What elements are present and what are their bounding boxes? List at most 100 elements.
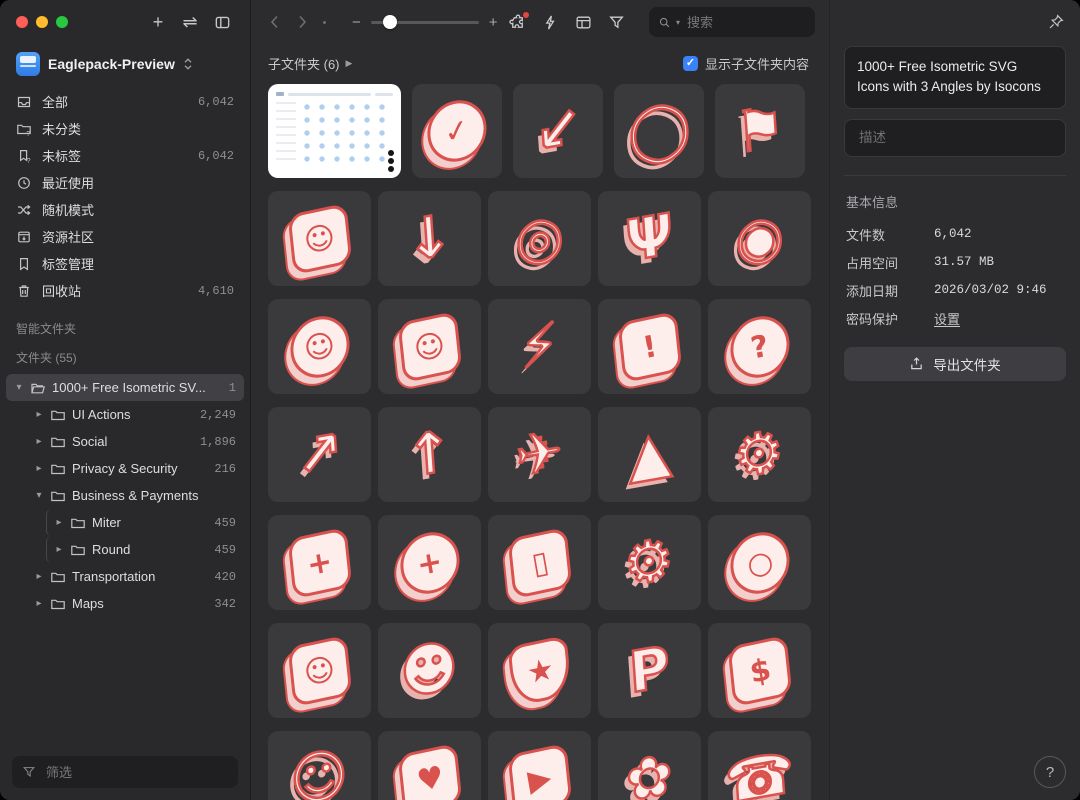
thumbnail-card[interactable]: ☺ <box>268 623 371 718</box>
pin-button[interactable] <box>1048 14 1064 30</box>
disclosure-triangle[interactable]: ▾ <box>14 382 24 393</box>
folder-item-privacy-security[interactable]: ▸ Privacy & Security 216 <box>26 455 244 482</box>
sidebar-toggle-icon[interactable] <box>210 10 234 34</box>
sidebar-item-community[interactable]: 资源社区 <box>8 223 242 250</box>
password-setup-link[interactable]: 设置 <box>934 309 960 328</box>
close-button[interactable] <box>16 16 28 28</box>
disclosure-triangle[interactable]: ▾ <box>34 490 44 501</box>
folder-item-business-payments[interactable]: ▾ Business & Payments <box>26 482 244 509</box>
zoom-slider[interactable] <box>371 21 479 24</box>
thumbnail-card[interactable]: P <box>598 623 701 718</box>
folder-item-transportation[interactable]: ▸ Transportation 420 <box>26 563 244 590</box>
search-box[interactable]: ▾ <box>649 7 815 37</box>
filter-input-box[interactable] <box>12 756 238 788</box>
fullscreen-button[interactable] <box>56 16 68 28</box>
thumbnail-card[interactable]: ☺ <box>378 299 481 394</box>
folder-description-field[interactable] <box>844 119 1066 157</box>
chevron-down-icon[interactable]: ▾ <box>676 18 680 27</box>
thumbnail-card[interactable]: ↓ <box>378 191 481 286</box>
thumbnail-card[interactable]: ? <box>708 299 811 394</box>
filter-button[interactable] <box>608 14 625 31</box>
filter-input[interactable] <box>44 764 228 781</box>
thumbnail-card[interactable]: ⚑ <box>715 84 805 178</box>
checkbox-checked[interactable]: ✓ <box>683 56 698 71</box>
thumbnail-card[interactable]: ○ <box>708 515 811 610</box>
zoom-slider-thumb[interactable] <box>383 15 397 29</box>
back-button[interactable] <box>265 10 283 34</box>
minimize-button[interactable] <box>36 16 48 28</box>
thumbnail-card[interactable]: ✓ <box>412 84 502 178</box>
thumbnail-card[interactable]: ☺ <box>268 299 371 394</box>
folder-item-ui-actions[interactable]: ▸ UI Actions 2,249 <box>26 401 244 428</box>
search-input[interactable] <box>685 14 806 31</box>
library-switcher[interactable]: Eaglepack-Preview <box>0 44 250 88</box>
disclosure-triangle[interactable]: ▸ <box>34 571 44 582</box>
forward-button[interactable] <box>293 10 311 34</box>
basic-info-section: 基本信息 文件数 6,042 占用空间 31.57 MB 添加日期 2026/0… <box>830 176 1080 337</box>
thumbnail-card[interactable]: ⚙ <box>598 515 701 610</box>
folder-item-miter[interactable]: ▸ Miter 459 <box>46 509 244 536</box>
folder-item-isometric[interactable]: ▾ 1000+ Free Isometric SV... 1 <box>6 374 244 401</box>
thumbnail-card[interactable]: ☎ <box>708 731 811 800</box>
thumbnail-card[interactable]: + <box>378 515 481 610</box>
sidebar-item-all[interactable]: 全部 6,042 <box>8 88 242 115</box>
section-smart-folders[interactable]: 智能文件夹 <box>0 304 250 341</box>
thumbnail-card[interactable]: ◎ <box>488 191 591 286</box>
quick-actions-button[interactable] <box>542 14 559 31</box>
sidebar-item-uncategorized[interactable]: ? 未分类 <box>8 115 242 142</box>
layout-view-button[interactable] <box>575 14 592 31</box>
disclosure-triangle[interactable]: ▸ <box>54 517 64 528</box>
thumbnail-card[interactable]: + <box>268 515 371 610</box>
main-toolbar: − + ▾ <box>251 0 829 44</box>
sidebar-item-untagged[interactable]: ? 未标签 6,042 <box>8 142 242 169</box>
thumbnail-card[interactable]: ▲ <box>598 407 701 502</box>
disclosure-triangle[interactable]: ▸ <box>34 463 44 474</box>
folder-item-round[interactable]: ▸ Round 459 <box>46 536 244 563</box>
thumbnail-card[interactable]: ✿ <box>598 731 701 800</box>
thumbnail-card[interactable]: ☺ <box>268 731 371 800</box>
thumbnail-card[interactable]: ◉ <box>708 191 811 286</box>
folder-preview-thumbnail[interactable] <box>268 84 401 178</box>
thumbnail-card[interactable]: ! <box>598 299 701 394</box>
heart-box-icon: ♥ <box>397 742 462 800</box>
thumbnail-card[interactable]: Ψ <box>598 191 701 286</box>
user-home-icon: ☺ <box>287 634 352 706</box>
description-input[interactable] <box>857 129 1053 146</box>
sort-toggle-icon[interactable]: ⇌ <box>178 10 202 34</box>
show-subfolder-toggle[interactable]: ✓ 显示子文件夹内容 <box>683 54 809 73</box>
plugins-button[interactable] <box>509 14 526 31</box>
subfolders-header[interactable]: 子文件夹 (6) ▶ <box>268 54 352 73</box>
thumbnail-card[interactable]: ✈ <box>488 407 591 502</box>
disclosure-triangle[interactable]: ▸ <box>34 409 44 420</box>
folder-title-field[interactable]: 1000+ Free Isometric SVG Icons with 3 An… <box>844 46 1066 109</box>
thumbnail-card[interactable]: ⚙ <box>708 407 811 502</box>
sidebar-item-trash[interactable]: 回收站 4,610 <box>8 277 242 304</box>
section-folders[interactable]: 文件夹 (55) <box>0 341 250 370</box>
thumbnail-card[interactable]: ◯ <box>614 84 704 178</box>
thumbnail-card[interactable]: ↙ <box>513 84 603 178</box>
sidebar-item-recent[interactable]: 最近使用 <box>8 169 242 196</box>
thumbnail-card[interactable]: ↗ <box>268 407 371 502</box>
disclosure-triangle[interactable]: ▸ <box>34 598 44 609</box>
sidebar-item-tags[interactable]: 标签管理 <box>8 250 242 277</box>
thumbnail-card[interactable]: ♥ <box>378 731 481 800</box>
thumbnail-card[interactable]: ★ <box>488 623 591 718</box>
folder-item-maps[interactable]: ▸ Maps 342 <box>26 590 244 617</box>
iso-glyph: P <box>627 639 671 702</box>
thumbnail-card[interactable]: $ <box>708 623 811 718</box>
thumbnail-card[interactable]: ▶ <box>488 731 591 800</box>
thumbnail-card[interactable]: ↑ <box>378 407 481 502</box>
disclosure-triangle[interactable]: ▸ <box>34 436 44 447</box>
zoom-out-button[interactable]: − <box>352 14 361 31</box>
thumbnail-card[interactable]: ⚡ <box>488 299 591 394</box>
thumbnail-card[interactable]: ☺ <box>268 191 371 286</box>
thumbnail-card[interactable]: ☻ <box>378 623 481 718</box>
add-button[interactable]: + <box>146 10 170 34</box>
sidebar-item-random[interactable]: 随机模式 <box>8 196 242 223</box>
zoom-in-button[interactable]: + <box>489 14 498 31</box>
thumbnail-card[interactable]: ▯ <box>488 515 591 610</box>
disclosure-triangle[interactable]: ▸ <box>54 544 64 555</box>
export-folder-button[interactable]: 导出文件夹 <box>844 347 1066 381</box>
help-button[interactable]: ? <box>1034 756 1066 788</box>
folder-item-social[interactable]: ▸ Social 1,896 <box>26 428 244 455</box>
